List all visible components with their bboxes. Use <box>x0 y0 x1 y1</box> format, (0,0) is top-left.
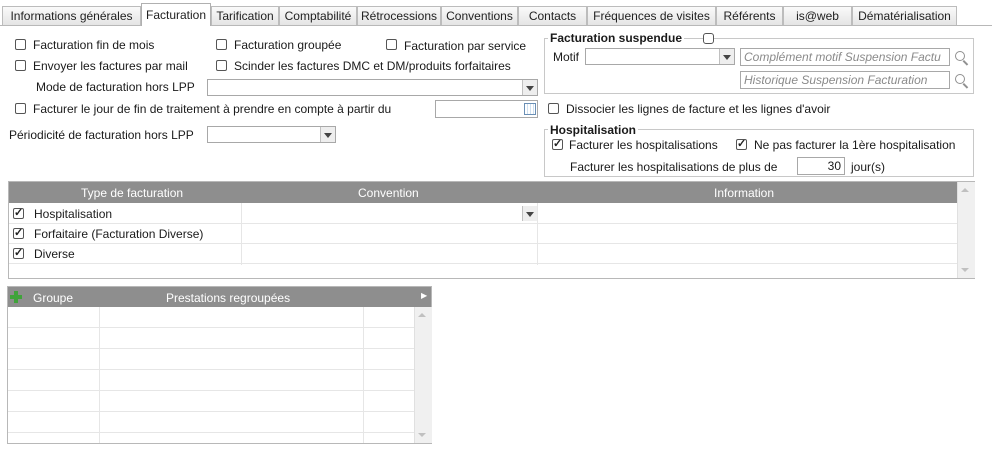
tab-frequences-visites[interactable]: Fréquences de visites <box>587 6 716 25</box>
calendar-icon[interactable] <box>522 101 536 116</box>
periodicite-select[interactable] <box>207 126 336 143</box>
table-row[interactable] <box>8 349 414 370</box>
jours-label: jour(s) <box>851 160 886 174</box>
periodicite-label: Périodicité de facturation hors LPP <box>9 128 194 142</box>
groupe-grid-header: Groupe Prestations regroupées ▶ <box>8 287 431 307</box>
type-cell: Diverse <box>34 247 75 261</box>
row-checkbox[interactable] <box>13 226 24 239</box>
scinder-label: Scinder les factures DMC et DM/produits … <box>234 59 511 73</box>
search-icon[interactable] <box>954 73 970 89</box>
groupe-prestations-grid: Groupe Prestations regroupées ▶ <box>7 286 432 444</box>
ne-pas-facturer-label: Ne pas facturer la 1ère hospitalisation <box>754 138 956 152</box>
tab-conventions[interactable]: Conventions <box>441 6 518 25</box>
tab-facturation[interactable]: Facturation <box>141 3 211 26</box>
facturer-hosp-label: Facturer les hospitalisations <box>569 138 718 152</box>
fin-traitement-checkbox[interactable] <box>15 103 26 114</box>
chevron-down-icon[interactable] <box>320 127 335 142</box>
groupee-checkbox[interactable] <box>216 39 227 50</box>
table-row[interactable]: Hospitalisation <box>9 204 957 224</box>
column-header-type[interactable]: Type de facturation <box>81 186 183 200</box>
dissocier-label: Dissocier les lignes de facture et les l… <box>566 102 831 116</box>
groupee-label: Facturation groupée <box>234 38 342 52</box>
vertical-scrollbar[interactable] <box>414 307 432 443</box>
type-facturation-grid: Type de facturation Convention Informati… <box>8 181 975 279</box>
suspension-title: Facturation suspendue <box>548 31 685 45</box>
tab-informations-generales[interactable]: Informations générales <box>2 6 141 25</box>
complement-placeholder: Complément motif Suspension Factu <box>744 50 941 64</box>
tab-dematerialisation[interactable]: Dématérialisation <box>852 6 957 25</box>
par-service-label: Facturation par service <box>404 39 527 53</box>
chevron-down-icon[interactable] <box>522 206 537 221</box>
scroll-down-icon[interactable] <box>418 433 426 437</box>
table-row[interactable]: Diverse <box>9 244 957 264</box>
plus-de-value: 30 <box>827 159 841 173</box>
motif-select[interactable] <box>585 48 735 65</box>
table-row[interactable] <box>8 307 414 328</box>
tab-tarification[interactable]: Tarification <box>211 6 279 25</box>
column-header-convention[interactable]: Convention <box>358 186 419 200</box>
tab-isaweb[interactable]: is@web <box>783 6 852 25</box>
motif-label: Motif <box>553 50 580 64</box>
scroll-down-icon[interactable] <box>961 268 969 272</box>
chevron-down-icon[interactable] <box>719 49 734 64</box>
row-checkbox[interactable] <box>13 246 24 259</box>
par-mail-label: Envoyer les factures par mail <box>33 59 188 73</box>
column-header-groupe[interactable]: Groupe <box>33 291 73 305</box>
chevron-down-icon[interactable] <box>522 80 537 95</box>
plus-de-label: Facturer les hospitalisations de plus de <box>570 160 778 174</box>
scinder-checkbox[interactable] <box>216 60 227 71</box>
tab-bar: Informations générales Facturation Tarif… <box>0 0 992 26</box>
fin-mois-checkbox[interactable] <box>15 39 26 50</box>
column-menu-icon[interactable]: ▶ <box>421 291 427 300</box>
facturer-hosp-checkbox[interactable] <box>552 137 563 150</box>
complement-motif-input[interactable]: Complément motif Suspension Factu <box>740 48 950 66</box>
tab-retrocessions[interactable]: Rétrocessions <box>357 6 441 25</box>
par-mail-checkbox[interactable] <box>15 60 26 71</box>
plus-de-input[interactable]: 30 <box>797 157 845 175</box>
suspension-checkbox[interactable] <box>703 33 714 44</box>
table-row[interactable] <box>8 391 414 412</box>
mode-hors-lpp-select[interactable] <box>207 79 538 96</box>
column-header-prestations[interactable]: Prestations regroupées <box>166 291 290 305</box>
column-header-information[interactable]: Information <box>714 186 774 200</box>
search-icon[interactable] <box>954 50 970 66</box>
par-service-checkbox[interactable] <box>386 39 397 50</box>
vertical-scrollbar[interactable] <box>957 182 975 278</box>
fin-mois-label: Facturation fin de mois <box>33 38 155 52</box>
table-row[interactable] <box>8 412 414 433</box>
table-row[interactable] <box>8 328 414 349</box>
fin-traitement-date-input[interactable] <box>435 100 538 118</box>
type-cell: Hospitalisation <box>34 207 113 221</box>
fin-traitement-label: Facturer le jour de fin de traitement à … <box>33 102 392 116</box>
historique-input[interactable]: Historique Suspension Facturation <box>740 71 950 89</box>
tab-contacts[interactable]: Contacts <box>518 6 587 25</box>
historique-placeholder: Historique Suspension Facturation <box>744 73 928 87</box>
tab-comptabilite[interactable]: Comptabilité <box>279 6 357 25</box>
tab-referents[interactable]: Référents <box>716 6 783 25</box>
scroll-up-icon[interactable] <box>418 313 426 317</box>
mode-hors-lpp-label: Mode de facturation hors LPP <box>36 80 195 94</box>
table-row[interactable]: Forfaitaire (Facturation Diverse) <box>9 224 957 244</box>
type-cell: Forfaitaire (Facturation Diverse) <box>34 227 204 241</box>
row-checkbox[interactable] <box>13 206 24 219</box>
table-row[interactable] <box>8 370 414 391</box>
hospitalisation-title: Hospitalisation <box>548 123 639 137</box>
dissocier-checkbox[interactable] <box>548 103 559 114</box>
ne-pas-facturer-checkbox[interactable] <box>736 137 747 150</box>
scroll-up-icon[interactable] <box>961 188 969 192</box>
add-icon[interactable] <box>10 291 22 303</box>
type-grid-header: Type de facturation Convention Informati… <box>9 182 957 203</box>
